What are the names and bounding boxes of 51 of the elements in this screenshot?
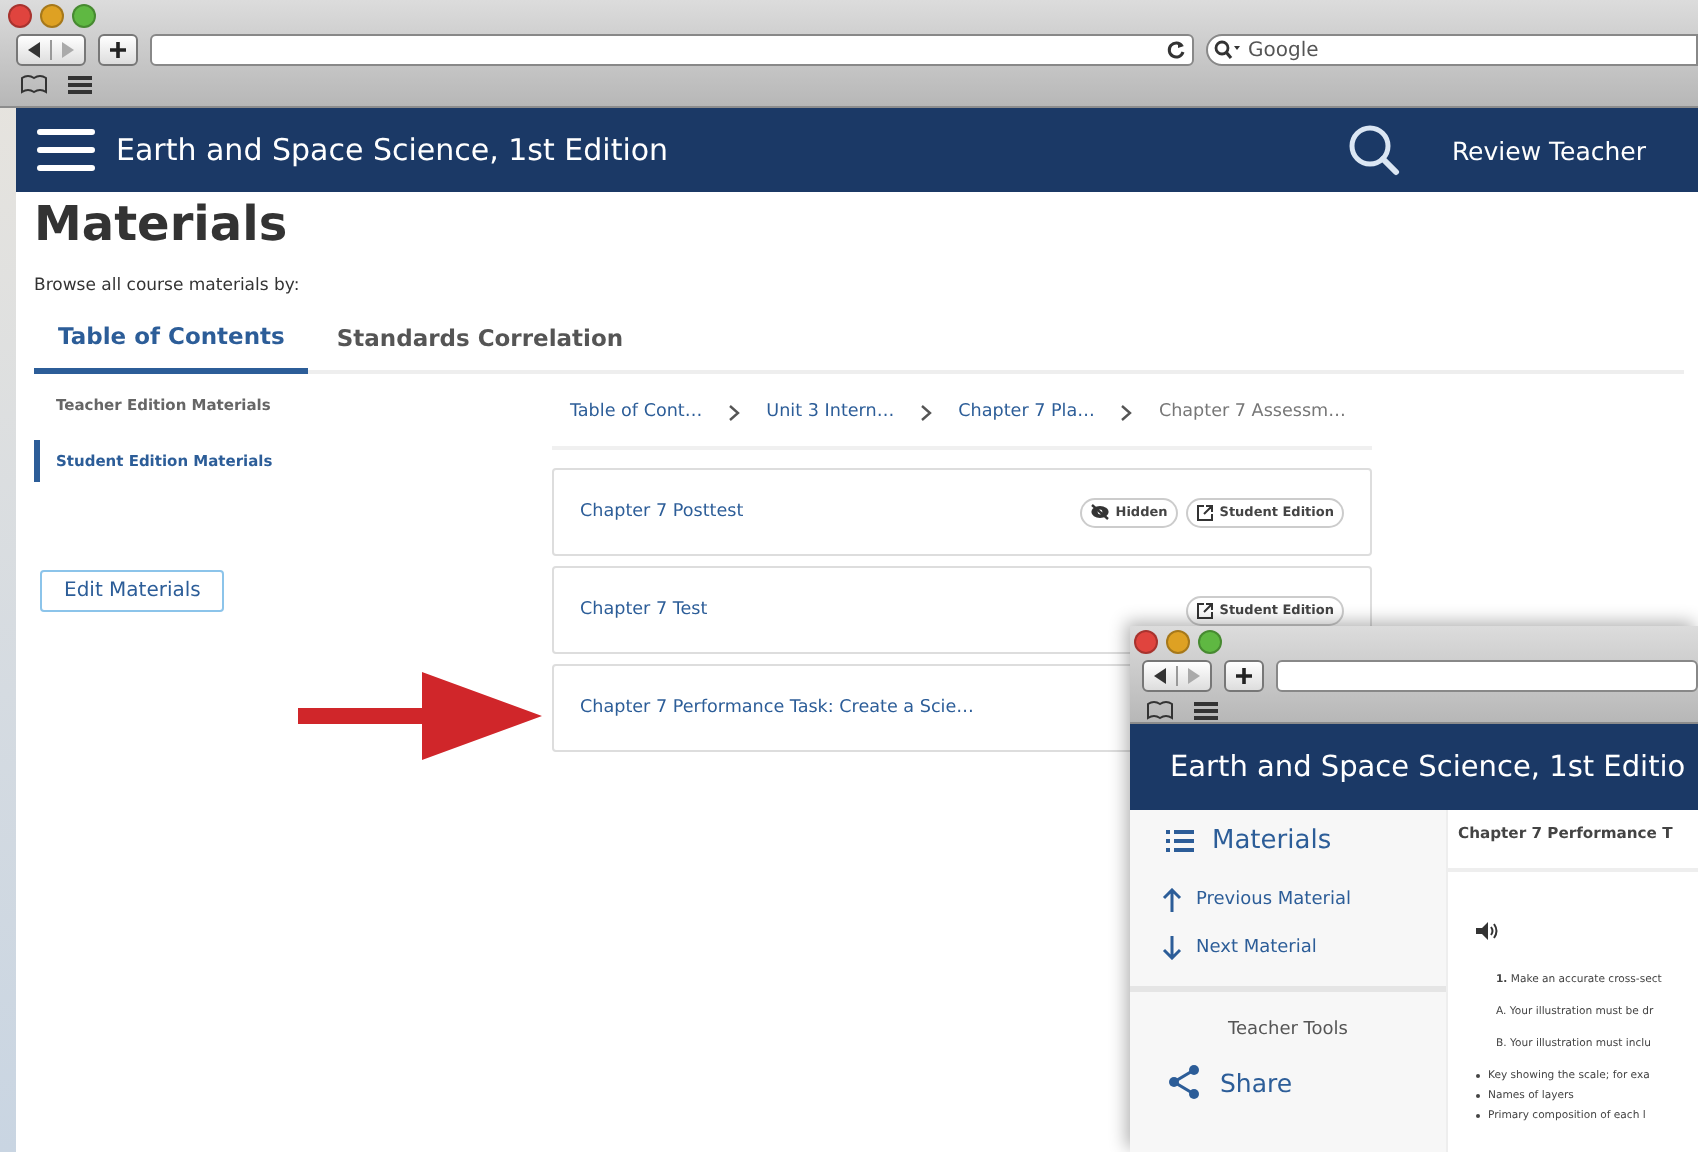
chevron-icon <box>920 403 933 421</box>
breadcrumb-link[interactable]: Unit 3 Intern… <box>766 402 895 422</box>
app-title: Earth and Space Science, 1st Edition <box>116 132 669 168</box>
external-link-icon <box>1195 601 1214 619</box>
search-field[interactable]: Google <box>1206 34 1698 66</box>
external-link-icon <box>1195 503 1214 521</box>
new-tab-button[interactable] <box>98 34 138 66</box>
new-tab-button[interactable] <box>1224 660 1264 692</box>
list-icon <box>1166 830 1194 852</box>
user-menu[interactable]: Review Teacher <box>1451 135 1646 165</box>
zoom-button[interactable] <box>1198 630 1222 654</box>
teacher-tools-heading: Teacher Tools <box>1226 1020 1350 1040</box>
menu-icon[interactable] <box>36 126 96 174</box>
materials-heading[interactable]: Materials <box>1212 826 1332 856</box>
tab[interactable]: Table of Contents <box>34 308 309 374</box>
material-link[interactable]: Chapter 7 Test <box>580 600 708 620</box>
minimize-button[interactable] <box>1166 630 1190 654</box>
next-material-link[interactable]: Next Material <box>1130 924 1446 972</box>
back-forward-buttons[interactable] <box>1142 660 1212 692</box>
minimize-button[interactable] <box>40 4 64 28</box>
speaker-icon[interactable] <box>1476 922 1498 940</box>
eye-slash-icon <box>1089 504 1110 520</box>
material-link[interactable]: Chapter 7 Posttest <box>580 502 744 522</box>
zoom-button[interactable] <box>72 4 96 28</box>
previous-material-link[interactable]: Previous Material <box>1130 876 1446 924</box>
material-link[interactable]: Chapter 7 Performance Task: Create a Scie… <box>580 698 974 718</box>
plus-icon <box>108 40 128 60</box>
tab[interactable]: Standards Correlation <box>312 308 648 370</box>
up-arrow-icon <box>1162 888 1182 912</box>
plus-icon <box>1234 666 1254 686</box>
chevron-icon <box>728 403 741 421</box>
breadcrumb-current: Chapter 7 Assessm… <box>1158 402 1346 422</box>
close-button[interactable] <box>8 4 32 28</box>
back-forward-buttons[interactable] <box>16 34 86 66</box>
close-button[interactable] <box>1134 630 1158 654</box>
down-arrow-icon <box>1162 936 1182 960</box>
book-icon[interactable] <box>20 74 48 94</box>
chevron-icon <box>1120 403 1133 421</box>
book-icon[interactable] <box>1146 700 1174 720</box>
breadcrumb-link[interactable]: Table of Cont… <box>570 402 703 422</box>
address-field[interactable] <box>1276 660 1698 692</box>
share-button[interactable]: Share <box>1130 1040 1446 1124</box>
share-icon <box>1166 1064 1202 1100</box>
address-field[interactable] <box>150 34 1194 66</box>
page-title: Materials <box>34 196 290 252</box>
breadcrumb-link[interactable]: Chapter 7 Pla… <box>958 402 1095 422</box>
edit-materials-button[interactable]: Edit Materials <box>40 570 225 612</box>
app-title: Earth and Space Science, 1st Editio <box>1170 751 1686 783</box>
reload-icon <box>1166 40 1186 60</box>
search-icon[interactable] <box>1347 124 1400 176</box>
browse-label: Browse all course materials by: <box>34 276 302 296</box>
